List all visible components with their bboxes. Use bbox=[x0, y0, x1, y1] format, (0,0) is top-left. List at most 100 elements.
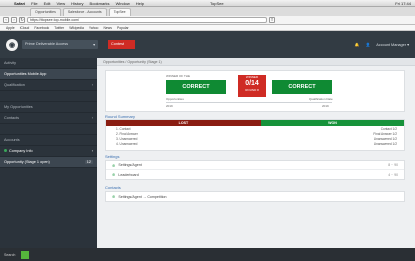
plus-icon[interactable]: ⊕ bbox=[112, 163, 115, 168]
sidebar-item-label: Qualification bbox=[4, 83, 25, 87]
menu-item[interactable]: History bbox=[71, 1, 83, 6]
sidebar-item-label: Company Info bbox=[9, 149, 33, 153]
bookmark-item[interactable]: Apple bbox=[6, 26, 15, 30]
lost-header: LOST bbox=[106, 120, 261, 126]
contacts-panel: ⊕ Settings/Agent → Competition bbox=[105, 191, 405, 202]
menu-item[interactable]: View bbox=[56, 1, 65, 6]
sidebar-item-accounts[interactable]: Accounts bbox=[0, 135, 97, 146]
forward-icon[interactable]: › bbox=[11, 17, 17, 23]
sidebar-item-label: Activity bbox=[4, 61, 17, 65]
breadcrumb[interactable]: Opportunities / Opportunity (Stage 1) bbox=[97, 58, 415, 66]
sidebar-item-label: Contacts bbox=[4, 116, 19, 120]
left-subcaption: 2019 bbox=[166, 104, 173, 108]
left-team-badge[interactable]: CORRECT bbox=[166, 80, 226, 94]
sidebar-item-label: Accounts bbox=[4, 138, 20, 142]
count-badge: 12 bbox=[84, 160, 93, 164]
bottom-bar-label[interactable]: Search bbox=[4, 253, 15, 257]
settings-row-label: Leaderboard bbox=[118, 172, 139, 177]
lost-won-row: 1. Contact Contact 1/2 bbox=[106, 126, 404, 131]
user-avatar-icon[interactable]: 👤 bbox=[366, 42, 371, 47]
left-caption: Opportunities bbox=[166, 97, 184, 101]
notification-bell-icon[interactable]: 🔔 bbox=[355, 42, 360, 47]
won-cell: Contact 1/2 bbox=[380, 126, 397, 131]
won-cell: Final Answer 1/2 bbox=[373, 131, 397, 136]
chevron-right-icon: › bbox=[91, 149, 93, 153]
lost-cell: 2. Final Answer bbox=[116, 131, 138, 136]
browser-tab-active[interactable]: TopSee bbox=[108, 8, 131, 16]
workspace-selector-label: Prime Deliverable Access bbox=[25, 42, 69, 46]
status-square-icon[interactable] bbox=[21, 250, 30, 259]
divider bbox=[166, 102, 332, 103]
sidebar-item-blank[interactable] bbox=[0, 91, 97, 102]
lost-cell: 3. Unanswered bbox=[116, 136, 138, 141]
menu-item[interactable]: Help bbox=[136, 1, 144, 6]
sidebar-item-opportunity-stage[interactable]: Opportunity (Stage 1 open) 12 bbox=[0, 157, 97, 168]
sidebar-item-my-opportunities[interactable]: My Opportunities bbox=[0, 102, 97, 113]
plus-icon[interactable]: ⊕ bbox=[112, 172, 115, 177]
lost-won-row: 2. Final Answer Final Answer 1/2 bbox=[106, 131, 404, 136]
score-value: 0/14 bbox=[245, 80, 259, 87]
sidebar-item-label: Opportunities Mobile App bbox=[4, 72, 47, 76]
browser-tab-row: Opportunities Salesforce - Accounts TopS… bbox=[0, 7, 415, 16]
share-icon[interactable]: ⇪ bbox=[269, 17, 275, 23]
menu-item[interactable]: Safari bbox=[14, 1, 25, 6]
bookmark-item[interactable]: News bbox=[103, 26, 111, 30]
bookmark-item[interactable]: Facebook bbox=[34, 26, 49, 30]
bookmark-item[interactable]: Popular bbox=[117, 26, 129, 30]
scoreboard-top-label: WINNER OF THE bbox=[166, 74, 190, 78]
user-menu[interactable]: Account Manager ▾ bbox=[376, 42, 409, 47]
workspace-selector[interactable]: Prime Deliverable Access ▾ bbox=[22, 40, 98, 49]
settings-row[interactable]: ⊕ Leaderboard 4 ·· 90 bbox=[106, 170, 404, 179]
contest-button[interactable]: Contest bbox=[108, 40, 135, 49]
window-title: TopSee bbox=[210, 0, 224, 6]
bookmark-item[interactable]: Yahoo bbox=[89, 26, 99, 30]
sidebar-item-blank[interactable] bbox=[0, 124, 97, 135]
bookmark-item[interactable]: iCloud bbox=[20, 26, 30, 30]
score-bottom-label: ROUND 8 bbox=[245, 88, 259, 92]
right-subcaption: 2019 bbox=[322, 104, 329, 108]
sidebar-item-activity[interactable]: Activity bbox=[0, 58, 97, 69]
lost-won-panel: LOST WON 1. Contact Contact 1/2 2. Final … bbox=[105, 119, 405, 151]
sidebar-item-company-info[interactable]: Company Info › bbox=[0, 146, 97, 157]
sidebar-item-contacts[interactable]: Contacts › bbox=[0, 113, 97, 124]
reload-icon[interactable]: ↻ bbox=[19, 17, 25, 23]
settings-row-value: 4 ·· 90 bbox=[388, 172, 398, 177]
main-content: Opportunities / Opportunity (Stage 1) WI… bbox=[97, 58, 415, 248]
browser-tab[interactable]: Opportunities bbox=[30, 8, 61, 16]
chevron-right-icon: › bbox=[91, 116, 93, 120]
sidebar-item-opportunities-app[interactable]: Opportunities Mobile App bbox=[0, 69, 97, 80]
app-logo-icon[interactable]: ◉ bbox=[6, 38, 18, 51]
menu-item[interactable]: File bbox=[31, 1, 37, 6]
lost-cell: 1. Contact bbox=[116, 126, 131, 131]
back-icon[interactable]: ‹ bbox=[3, 17, 9, 23]
browser-tab[interactable]: Salesforce - Accounts bbox=[62, 8, 107, 16]
contacts-title: Contacts bbox=[105, 185, 121, 190]
plus-icon[interactable]: ⊕ bbox=[112, 194, 115, 199]
right-caption: Qualification Date bbox=[309, 97, 333, 101]
user-name: Account Manager bbox=[376, 43, 407, 47]
settings-row-label: Settings/Agent bbox=[118, 163, 142, 167]
settings-row[interactable]: ⊕ Settings/Agent 8 ·· 90 bbox=[106, 161, 404, 170]
address-bar[interactable]: https://ttopsee.top-mobile.com/ bbox=[27, 17, 267, 23]
lost-won-header: LOST WON bbox=[106, 120, 404, 126]
settings-title: Settings bbox=[105, 154, 120, 159]
settings-panel: ⊕ Settings/Agent 8 ·· 90 ⊕ Leaderboard 4 ·· … bbox=[105, 160, 405, 180]
menu-item[interactable]: Bookmarks bbox=[90, 1, 110, 6]
chevron-down-icon: ▾ bbox=[407, 43, 409, 47]
menu-item[interactable]: Edit bbox=[44, 1, 51, 6]
won-cell: Unanswered 1/2 bbox=[373, 141, 397, 146]
menu-item[interactable]: Window bbox=[116, 1, 130, 6]
lost-cell: 4. Unanswered bbox=[116, 141, 138, 146]
settings-row-value: 8 ·· 90 bbox=[388, 163, 398, 167]
chevron-right-icon: › bbox=[91, 83, 93, 87]
sidebar: Activity Opportunities Mobile App Qualif… bbox=[0, 58, 97, 248]
bookmark-item[interactable]: Twitter bbox=[54, 26, 64, 30]
os-menu-bar: Safari File Edit View History Bookmarks … bbox=[0, 0, 415, 7]
bookmark-item[interactable]: Wikipedia bbox=[69, 26, 84, 30]
contacts-row-label: Settings/Agent → Competition bbox=[118, 194, 167, 199]
sidebar-item-qualification[interactable]: Qualification › bbox=[0, 80, 97, 91]
won-cell: Unanswered 1/2 bbox=[373, 136, 397, 141]
chevron-down-icon: ▾ bbox=[93, 43, 95, 47]
contacts-row[interactable]: ⊕ Settings/Agent → Competition bbox=[106, 192, 404, 201]
right-team-badge[interactable]: CORRECT bbox=[272, 80, 332, 94]
